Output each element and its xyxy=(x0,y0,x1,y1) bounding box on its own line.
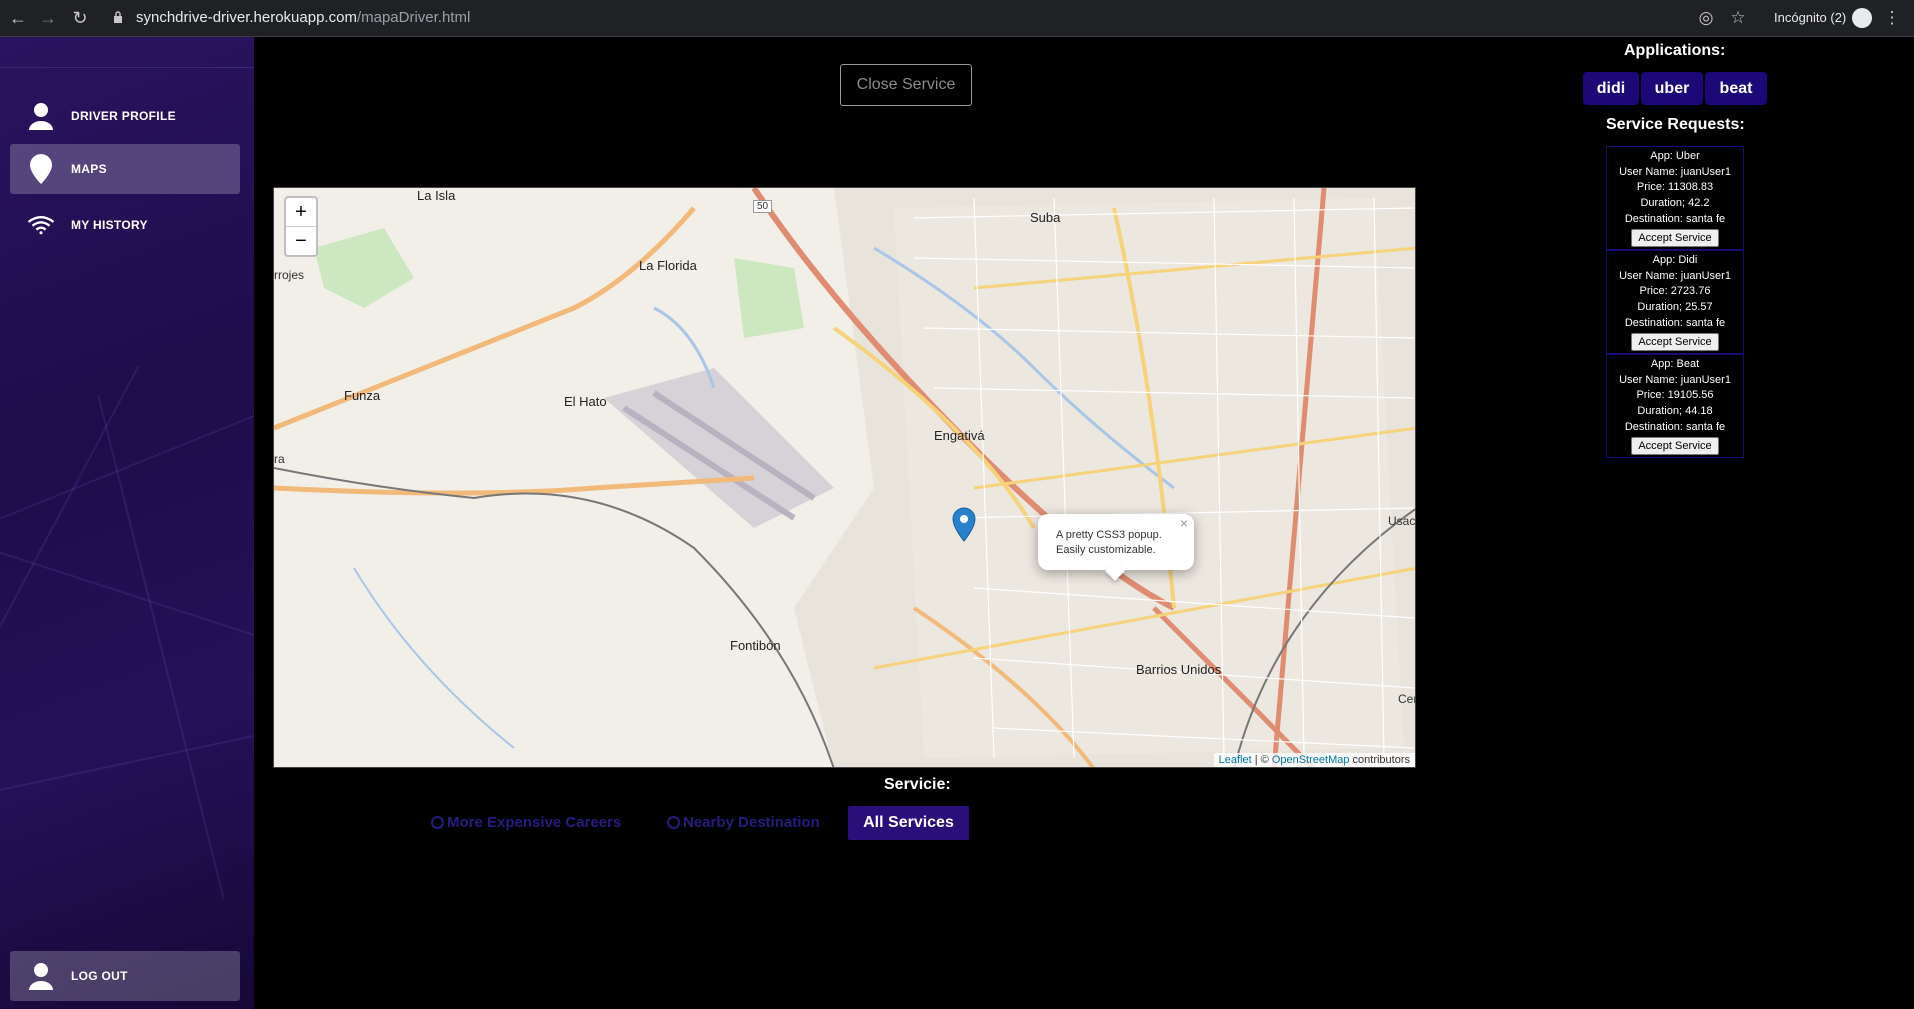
incognito-label[interactable]: Incógnito (2) xyxy=(1774,6,1846,30)
zoom-in-button[interactable]: + xyxy=(286,198,316,227)
sidebar-item-driver-profile[interactable]: DRIVER PROFILE xyxy=(10,91,240,141)
reload-icon[interactable]: ↻ xyxy=(68,6,92,30)
map-place-label: La Isla xyxy=(417,188,456,203)
url-path: /mapaDriver.html xyxy=(356,9,471,26)
app-button-beat[interactable]: beat xyxy=(1705,72,1767,105)
map-place-label: Engativá xyxy=(934,428,985,443)
map-place-label: La Florida xyxy=(639,258,697,273)
popup-text-line: Easily customizable. xyxy=(1056,544,1156,556)
user-icon xyxy=(27,961,55,991)
request-duration: Duration; 44.18 xyxy=(1637,405,1713,418)
radio-icon[interactable] xyxy=(431,815,444,829)
zoom-out-button[interactable]: − xyxy=(286,227,316,255)
map-pin-icon xyxy=(27,154,55,184)
request-app: App: Uber xyxy=(1650,150,1700,162)
menu-icon[interactable]: ⋮ xyxy=(1880,6,1904,30)
map-tiles[interactable] xyxy=(274,188,1416,768)
map-place-label: ra xyxy=(274,452,285,466)
request-duration: Duration; 42.2 xyxy=(1640,197,1710,210)
logout-button[interactable]: LOG OUT xyxy=(10,951,240,1001)
request-user: User Name: juanUser1 xyxy=(1619,269,1731,282)
sidebar-item-label: MAPS xyxy=(71,162,107,176)
map-place-label: El Hato xyxy=(564,394,607,409)
request-destination: Destination: santa fe xyxy=(1624,420,1726,433)
close-service-button[interactable]: Close Service xyxy=(840,64,972,106)
filter-label: Nearby Destination xyxy=(683,813,820,831)
request-user: User Name: juanUser1 xyxy=(1619,373,1731,386)
request-price: Price: 2723.76 xyxy=(1639,285,1711,298)
user-icon xyxy=(27,101,55,131)
map-place-label: Usac xyxy=(1388,514,1416,528)
request-destination: Destination: santa fe xyxy=(1624,212,1726,225)
map-attribution: Leaflet | © OpenStreetMap contributors xyxy=(1213,753,1415,767)
map-place-label: rrojes xyxy=(274,268,305,282)
popup-text-line: A pretty CSS3 popup. xyxy=(1056,529,1162,541)
road-shield: 50 xyxy=(753,200,773,213)
sidebar-item-maps[interactable]: MAPS xyxy=(10,144,240,194)
browser-toolbar: ← → ↻ synchdrive-driver.herokuapp.com/ma… xyxy=(0,0,1914,37)
star-icon[interactable]: ☆ xyxy=(1726,6,1750,30)
map-place-label: Cer xyxy=(1398,692,1416,706)
map-view[interactable]: La Isla La Florida Suba rrojes Funza El … xyxy=(273,187,1416,768)
map-place-label: Fontibón xyxy=(730,638,781,653)
logout-label: LOG OUT xyxy=(71,969,128,983)
zoom-control: + − xyxy=(284,196,318,257)
wifi-icon xyxy=(27,210,55,240)
accept-service-button[interactable]: Accept Service xyxy=(1631,436,1719,455)
sidebar-item-my-history[interactable]: MY HISTORY xyxy=(10,200,240,250)
request-destination: Destination: santa fe xyxy=(1624,316,1726,329)
service-filter-title: Servicie: xyxy=(884,776,951,793)
address-bar[interactable]: synchdrive-driver.herokuapp.com/mapaDriv… xyxy=(136,6,470,30)
map-place-label: Funza xyxy=(344,388,381,403)
service-request-card: App: Uber User Name: juanUser1 Price: 11… xyxy=(1606,146,1744,250)
radio-icon[interactable] xyxy=(667,815,680,829)
osm-link[interactable]: OpenStreetMap xyxy=(1272,754,1350,766)
leaflet-link[interactable]: Leaflet xyxy=(1219,754,1252,766)
map-popup: × A pretty CSS3 popup. Easily customizab… xyxy=(1038,514,1194,581)
filter-label: More Expensive Careers xyxy=(447,813,622,831)
request-app: App: Beat xyxy=(1650,358,1700,370)
back-icon[interactable]: ← xyxy=(6,6,30,30)
attribution-suffix: contributors xyxy=(1349,754,1410,766)
url-host: synchdrive-driver.herokuapp.com xyxy=(136,9,357,26)
app-button-uber[interactable]: uber xyxy=(1641,72,1703,105)
filter-nearby-destination[interactable]: Nearby Destination xyxy=(667,810,820,834)
forward-icon[interactable]: → xyxy=(36,6,60,30)
request-app: App: Didi xyxy=(1652,254,1698,266)
accept-service-button[interactable]: Accept Service xyxy=(1631,228,1719,247)
filter-more-expensive[interactable]: More Expensive Careers xyxy=(431,810,621,834)
request-user: User Name: juanUser1 xyxy=(1619,165,1731,178)
map-place-label: Suba xyxy=(1030,210,1061,225)
service-request-card: App: Beat User Name: juanUser1 Price: 19… xyxy=(1606,354,1744,458)
request-price: Price: 19105.56 xyxy=(1636,389,1714,402)
sidebar-item-label: MY HISTORY xyxy=(71,218,148,232)
lock-icon xyxy=(114,11,122,23)
accept-service-button[interactable]: Accept Service xyxy=(1631,332,1719,351)
sidebar: DRIVER PROFILE MAPS MY HISTORY LOG OUT xyxy=(0,37,254,1009)
request-price: Price: 11308.83 xyxy=(1636,181,1714,194)
location-icon[interactable]: ◎ xyxy=(1694,6,1718,30)
attribution-separator: | © xyxy=(1251,754,1272,766)
all-services-button[interactable]: All Services xyxy=(848,806,969,840)
map-place-label: Barrios Unidos xyxy=(1136,662,1222,677)
app-button-didi[interactable]: didi xyxy=(1583,72,1639,105)
service-request-card: App: Didi User Name: juanUser1 Price: 27… xyxy=(1606,250,1744,354)
sidebar-item-label: DRIVER PROFILE xyxy=(71,109,176,123)
applications-title: Applications: xyxy=(1624,42,1726,59)
request-duration: Duration; 25.57 xyxy=(1637,301,1713,314)
popup-close-icon[interactable]: × xyxy=(1180,516,1188,531)
incognito-icon[interactable] xyxy=(1852,8,1872,28)
service-requests-title: Service Requests: xyxy=(1606,116,1745,133)
